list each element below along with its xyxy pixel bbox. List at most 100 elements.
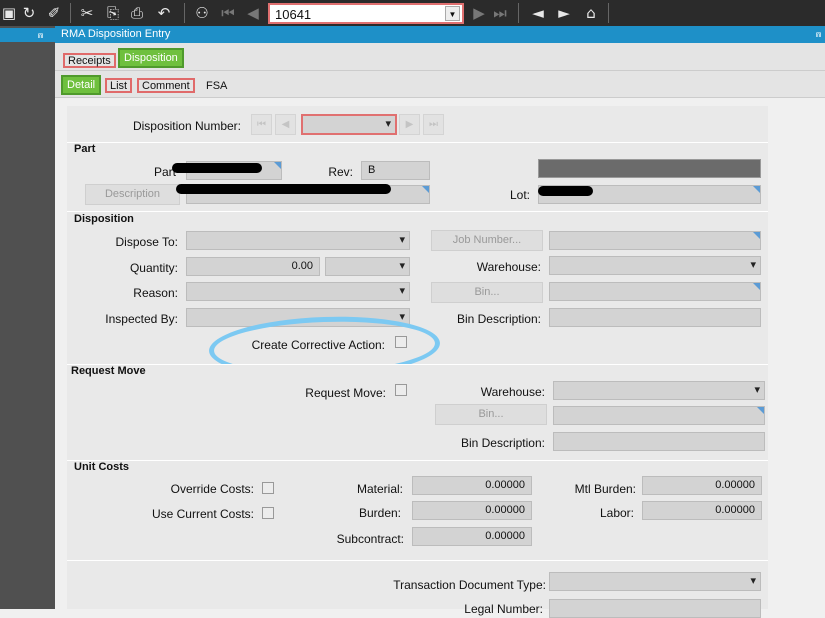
paste-icon[interactable]: ⎙ <box>128 4 146 22</box>
first-record-icon[interactable]: ⏮ <box>219 4 237 22</box>
dispose-to-label: Dispose To: <box>115 235 178 249</box>
disposition-section-title: Disposition <box>74 213 134 225</box>
last-record-icon[interactable]: ⏭ <box>491 4 509 22</box>
request-bin-description-label: Bin Description: <box>460 436 545 450</box>
use-current-costs-label: Use Current Costs: <box>151 507 254 521</box>
rev-value: B <box>368 164 376 176</box>
record-value: 10641 <box>275 7 312 22</box>
pin-icon[interactable]: ⩎ <box>816 29 824 41</box>
use-current-costs-checkbox[interactable] <box>262 507 274 519</box>
request-warehouse-select[interactable] <box>553 381 765 400</box>
record-combo[interactable]: 10641 ▼ <box>268 3 464 24</box>
subtab-strip: Detail List Comment FSA <box>55 71 825 98</box>
burden-value: 0.00000 <box>485 504 525 516</box>
chevron-down-icon[interactable]: ▼ <box>445 6 460 21</box>
lot-label: Lot: <box>509 188 530 202</box>
override-costs-checkbox[interactable] <box>262 482 274 494</box>
tab-fsa[interactable]: FSA <box>201 78 232 93</box>
part-section-title: Part <box>74 143 96 155</box>
first-disposition-icon[interactable]: ⏮ <box>251 114 272 135</box>
forward-icon[interactable]: ► <box>555 4 573 22</box>
request-move-label: Request Move: <box>305 386 386 400</box>
tab-detail[interactable]: Detail <box>61 75 102 95</box>
back-icon[interactable]: ◄ <box>529 4 547 22</box>
window-title: RMA Disposition Entry <box>55 26 825 43</box>
request-bin-button[interactable]: Bin... <box>435 404 547 425</box>
labor-value: 0.00000 <box>715 504 755 516</box>
last-disposition-icon[interactable]: ⏭ <box>423 114 444 135</box>
material-value: 0.00000 <box>485 479 525 491</box>
next-disposition-icon[interactable]: ▶ <box>399 114 420 135</box>
clear-icon[interactable]: ✐ <box>45 4 63 22</box>
quantity-uom-select[interactable] <box>325 257 410 276</box>
labor-label: Labor: <box>599 506 634 520</box>
request-warehouse-label: Warehouse: <box>480 385 545 399</box>
rev-label: Rev: <box>328 165 353 179</box>
quantity-label: Quantity: <box>129 261 178 275</box>
left-panel <box>0 26 55 609</box>
burden-field[interactable]: 0.00000 <box>412 501 532 520</box>
reason-label: Reason: <box>133 286 178 300</box>
part-label: Part <box>153 165 176 179</box>
mtl-burden-label: Mtl Burden: <box>574 482 636 496</box>
quantity-field[interactable]: 0.00 <box>186 257 320 276</box>
redaction-mark <box>176 184 391 194</box>
inspected-by-label: Inspected By: <box>105 312 178 326</box>
tab-list[interactable]: List <box>105 78 133 93</box>
job-number-field[interactable] <box>549 231 761 250</box>
request-bin-description-field <box>553 432 765 451</box>
tab-disposition[interactable]: Disposition <box>118 48 184 68</box>
material-label: Material: <box>356 482 403 496</box>
toolbar-separator <box>70 3 71 23</box>
toolbar: ▣ ↻ ✐ ✂ ⎘ ⎙ ↶ ⚇ ⏮ ◀ 10641 ▼ ▶ ⏭ ◄ ► ⌂ <box>0 0 825 26</box>
part-image-field <box>538 159 761 178</box>
pin-icon[interactable]: ⩎ <box>38 29 48 41</box>
disposition-number-label: Disposition Number: <box>132 119 241 133</box>
subcontract-value: 0.00000 <box>485 530 525 542</box>
labor-field[interactable]: 0.00000 <box>642 501 762 520</box>
cut-icon[interactable]: ✂ <box>78 4 96 22</box>
transaction-document-type-select[interactable] <box>549 572 761 591</box>
description-button[interactable]: Description <box>85 184 180 205</box>
subcontract-field[interactable]: 0.00000 <box>412 527 532 546</box>
bin-description-label: Bin Description: <box>456 312 541 326</box>
refresh-icon[interactable]: ↻ <box>20 4 38 22</box>
tab-comment[interactable]: Comment <box>137 78 195 93</box>
redaction-mark <box>538 186 593 196</box>
rev-field[interactable]: B <box>361 161 430 180</box>
bin-field[interactable] <box>549 282 761 301</box>
home-icon[interactable]: ⌂ <box>582 4 600 22</box>
mtl-burden-value: 0.00000 <box>715 479 755 491</box>
toolbar-separator <box>184 3 185 23</box>
bin-button[interactable]: Bin... <box>431 282 543 303</box>
toolbar-separator <box>608 3 609 23</box>
warehouse-select[interactable] <box>549 256 761 275</box>
toolbar-separator <box>518 3 519 23</box>
previous-disposition-icon[interactable]: ◀ <box>275 114 296 135</box>
dispose-to-select[interactable] <box>186 231 410 250</box>
next-record-icon[interactable]: ▶ <box>470 4 488 22</box>
tab-strip: Receipts Disposition <box>55 43 825 71</box>
disposition-number-select[interactable] <box>301 114 397 135</box>
legal-number-label: Legal Number: <box>464 602 543 616</box>
undo-icon[interactable]: ↶ <box>155 4 173 22</box>
material-field[interactable]: 0.00000 <box>412 476 532 495</box>
unit-costs-section-title: Unit Costs <box>74 461 129 473</box>
request-move-checkbox[interactable] <box>395 384 407 396</box>
binoculars-icon[interactable]: ⚇ <box>193 4 211 22</box>
request-bin-field[interactable] <box>553 406 765 425</box>
tab-receipts[interactable]: Receipts <box>63 53 116 68</box>
mtl-burden-field[interactable]: 0.00000 <box>642 476 762 495</box>
request-move-section-title: Request Move <box>71 365 146 377</box>
previous-record-icon[interactable]: ◀ <box>244 4 262 22</box>
quantity-value: 0.00 <box>291 260 313 272</box>
job-number-button[interactable]: Job Number... <box>431 230 543 251</box>
warehouse-label: Warehouse: <box>476 260 541 274</box>
save-icon[interactable]: ▣ <box>0 4 18 22</box>
reason-select[interactable] <box>186 282 410 301</box>
bin-description-field <box>549 308 761 327</box>
burden-label: Burden: <box>358 506 401 520</box>
transaction-document-type-label: Transaction Document Type: <box>393 578 546 592</box>
copy-icon[interactable]: ⎘ <box>104 4 122 22</box>
override-costs-label: Override Costs: <box>170 482 254 496</box>
